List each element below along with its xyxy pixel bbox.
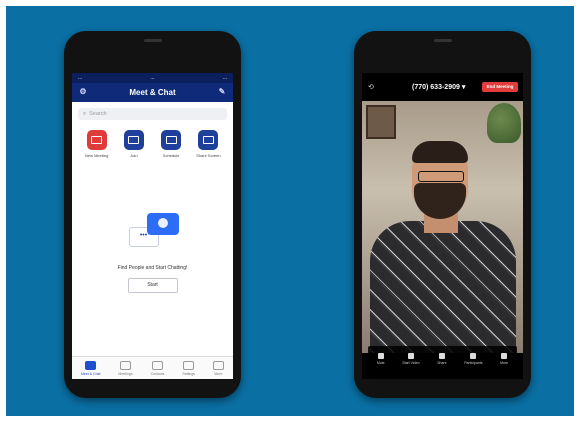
participant-beard <box>414 183 466 219</box>
participant-glasses <box>418 171 464 182</box>
status-right: ... <box>222 75 227 81</box>
participants-icon <box>470 353 477 359</box>
app-header: ⚙ Meet & Chat ✎ <box>72 83 233 102</box>
participant-shirt <box>370 221 516 353</box>
video-camera-icon <box>86 130 107 150</box>
share-screen-button[interactable]: Share Screen <box>193 130 223 158</box>
quick-actions: New Meeting Join Schedule Share Screen <box>72 130 233 158</box>
wall-picture <box>366 105 396 139</box>
action-label: New Meeting <box>84 153 109 158</box>
phone-speaker <box>143 39 162 42</box>
join-icon <box>123 130 144 150</box>
chat-icon <box>85 360 97 370</box>
call-controls: Mute Start Video Share Participants More <box>368 346 517 372</box>
start-button[interactable]: Start <box>127 278 178 293</box>
page-title: Meet & Chat <box>129 88 176 97</box>
plant <box>487 103 521 143</box>
status-bar: ... ... ... <box>72 73 233 83</box>
phone-screen: ... ... ... ⚙ Meet & Chat ✎ ⌕ Search New… <box>72 73 233 379</box>
video-feed <box>362 101 523 353</box>
call-header: ⟲ (770) 633-2909 ▾ End Meeting <box>362 73 523 101</box>
more-icon <box>501 353 508 359</box>
phone-video-call: ⟲ (770) 633-2909 ▾ End Meeting Mute Star… <box>354 31 531 398</box>
tab-label: Meetings <box>118 371 133 376</box>
settings-gear-icon[interactable]: ⚙ <box>78 87 88 97</box>
microphone-icon <box>377 353 384 359</box>
control-label: Participants <box>464 361 483 365</box>
status-left: ... <box>78 75 83 81</box>
chat-bubble-avatar <box>146 213 179 235</box>
more-button[interactable]: More <box>500 353 508 365</box>
compose-icon[interactable]: ✎ <box>217 87 227 97</box>
mute-button[interactable]: Mute <box>377 353 385 365</box>
tab-label: Meet & Chat <box>80 371 101 376</box>
tab-meetings[interactable]: Meetings <box>118 360 133 376</box>
control-label: Mute <box>376 361 385 365</box>
control-label: Share <box>437 361 447 365</box>
tab-meet-chat[interactable]: Meet & Chat <box>80 360 101 376</box>
calendar-icon <box>161 130 182 150</box>
phone-meet-and-chat: ... ... ... ⚙ Meet & Chat ✎ ⌕ Search New… <box>64 31 241 398</box>
search-icon: ⌕ <box>83 110 87 117</box>
switch-camera-icon[interactable]: ⟲ <box>368 83 374 91</box>
bottom-tab-bar: Meet & Chat Meetings Contacts Settings M… <box>72 356 233 379</box>
search-input[interactable]: ⌕ Search <box>78 108 227 120</box>
share-screen-icon <box>198 130 219 150</box>
contacts-icon <box>152 360 163 370</box>
action-label: Share Screen <box>196 153 221 158</box>
call-number[interactable]: (770) 633-2909 ▾ <box>412 83 465 91</box>
tab-contacts[interactable]: Contacts <box>150 360 165 376</box>
participant-hair <box>412 141 468 163</box>
tab-label: Settings <box>182 371 196 376</box>
empty-state-caption: Find People and Start Chatting! <box>117 265 188 271</box>
participants-button[interactable]: Participants <box>464 353 482 365</box>
tab-label: Contacts <box>150 371 165 376</box>
tab-label: More <box>214 371 223 376</box>
join-button[interactable]: Join <box>119 130 149 158</box>
tab-settings[interactable]: Settings <box>182 360 196 376</box>
gear-icon <box>183 360 195 370</box>
tab-more[interactable]: More <box>213 360 224 376</box>
end-meeting-button[interactable]: End Meeting <box>482 82 518 92</box>
chat-bubbles-illustration: ••• <box>123 213 183 253</box>
search-placeholder: Search <box>89 111 107 117</box>
control-label: Start Video <box>402 361 420 365</box>
action-label: Schedule <box>162 153 180 158</box>
action-label: Join <box>130 153 138 158</box>
status-time: ... <box>150 75 155 81</box>
background-panel: ... ... ... ⚙ Meet & Chat ✎ ⌕ Search New… <box>6 6 574 416</box>
share-icon <box>438 353 445 359</box>
new-meeting-button[interactable]: New Meeting <box>82 130 112 158</box>
clock-icon <box>120 360 132 370</box>
more-icon <box>213 360 224 370</box>
start-video-button[interactable]: Start Video <box>402 353 420 365</box>
phone-speaker <box>433 39 452 42</box>
phone-screen: ⟲ (770) 633-2909 ▾ End Meeting Mute Star… <box>362 73 523 379</box>
video-camera-icon <box>407 353 414 359</box>
empty-state: ••• Find People and Start Chatting! Star… <box>72 213 233 293</box>
control-label: More <box>500 361 509 365</box>
schedule-button[interactable]: Schedule <box>156 130 186 158</box>
share-button[interactable]: Share <box>437 353 447 365</box>
